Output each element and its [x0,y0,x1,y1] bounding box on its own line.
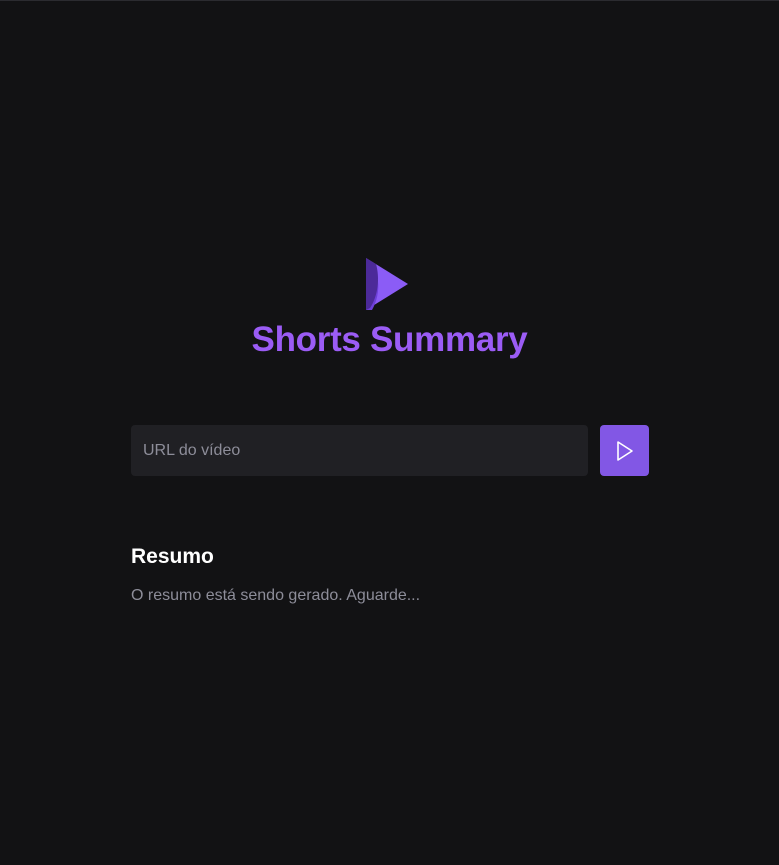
app-title: Shorts Summary [251,320,528,359]
play-icon [615,440,635,462]
play-logo-icon [362,256,410,310]
url-form [131,425,649,476]
summary-status-text: O resumo está sendo gerado. Aguarde... [131,587,421,604]
top-divider [0,0,779,1]
url-input[interactable] [131,425,588,476]
summary-heading: Resumo [131,545,214,568]
submit-button[interactable] [600,425,649,476]
